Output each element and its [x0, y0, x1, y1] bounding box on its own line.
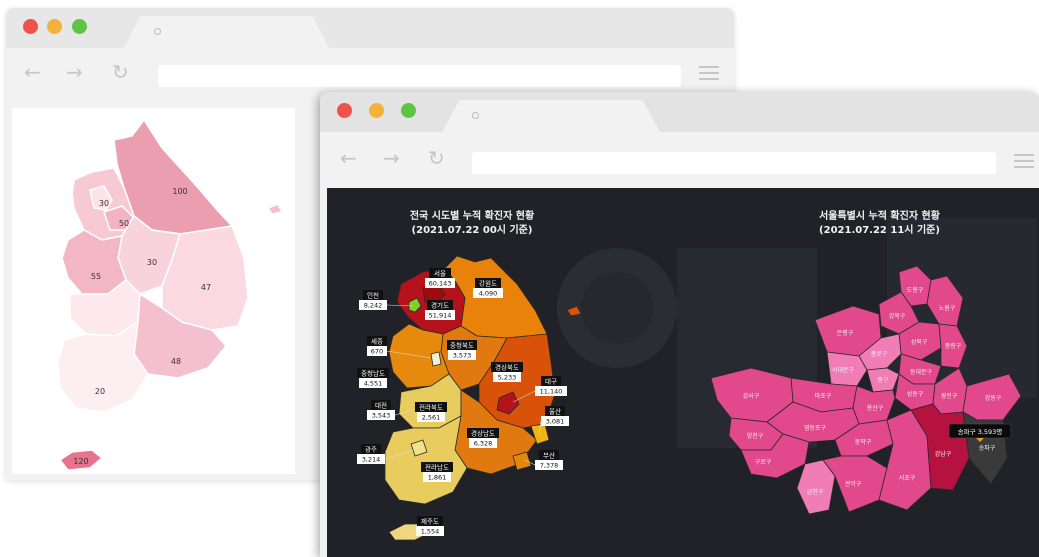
map-value-gyeongbuk: 47: [201, 283, 211, 292]
district-label-gwanak: 관악구: [845, 480, 862, 488]
korea-map-svg: 100 30 50 30 55 47 48 20 120: [57, 118, 284, 471]
district-label-eunpyeong: 은평구: [837, 329, 854, 337]
map-value-chungnam: 55: [91, 272, 101, 281]
tab-favicon-icon: [472, 112, 479, 119]
map-value-jeonnam: 20: [95, 387, 105, 396]
district-label-jongno: 종로구: [871, 351, 888, 358]
nav-bar: ← → ↻: [320, 132, 1039, 184]
title-bar: [320, 92, 1039, 132]
district-label-mapo: 마포구: [815, 392, 832, 400]
district-label-seocho: 서초구: [899, 474, 916, 482]
tab-favicon-icon: [154, 28, 161, 35]
district-label-yeongdeungpo: 영등포구: [804, 424, 827, 432]
district-label-jungnang: 중랑구: [945, 343, 962, 350]
district-label-dongdaemun: 동대문구: [910, 368, 933, 376]
maximize-window-button[interactable]: [401, 103, 416, 118]
map-region-jeonnam: [57, 320, 149, 413]
browser-tab[interactable]: [442, 100, 660, 132]
map-value-gangwon: 100: [172, 187, 187, 196]
district-label-geumcheon: 금천구: [807, 488, 824, 496]
forward-arrow-icon[interactable]: →: [383, 148, 400, 168]
covid-dashboard: 전국 시도별 누적 확진자 현황 (2021.07.22 00시 기준) 서울특…: [327, 188, 1039, 557]
map-value-incheon: 30: [99, 199, 109, 208]
district-label-yongsan: 용산구: [867, 404, 884, 412]
map-value-chungbuk: 30: [147, 258, 157, 267]
district-label-seongbuk: 성북구: [911, 338, 928, 346]
menu-icon[interactable]: [1014, 154, 1034, 168]
district-label-gangdong: 강동구: [985, 394, 1002, 402]
district-label-songpa: 송파구: [979, 444, 996, 452]
district-label-gangnam: 강남구: [935, 450, 952, 458]
minimize-window-button[interactable]: [47, 19, 62, 34]
map-value-gyeongnam: 48: [171, 357, 181, 366]
district-label-nowon: 노원구: [939, 304, 956, 312]
district-label-seodaemun: 서대문구: [832, 366, 855, 374]
menu-icon[interactable]: [699, 66, 719, 80]
district-label-dobong: 도봉구: [907, 286, 924, 294]
songpa-tooltip-text: 송파구 3,593명: [958, 427, 1003, 436]
back-arrow-icon[interactable]: ←: [340, 148, 357, 168]
korea-choropleth-map: 100 30 50 30 55 47 48 20 120: [12, 108, 295, 474]
district-label-seongdong: 성동구: [907, 390, 924, 398]
map-value-jeju: 120: [73, 457, 88, 466]
district-label-gangseo: 강서구: [743, 392, 760, 400]
address-bar[interactable]: [472, 152, 996, 174]
district-label-yangcheon: 양천구: [747, 432, 764, 440]
address-bar[interactable]: [158, 65, 681, 87]
maximize-window-button[interactable]: [72, 19, 87, 34]
back-arrow-icon[interactable]: ←: [24, 62, 41, 82]
reload-icon[interactable]: ↻: [428, 148, 445, 168]
reload-icon[interactable]: ↻: [112, 62, 129, 82]
district-label-jung: 중구: [877, 377, 889, 384]
seoul-choropleth-svg: 도봉구 강북구 노원구 은평구 성북구 중랑구 종로구 동대문구 서대문구 마포…: [710, 265, 1022, 515]
front-browser-window: ← → ↻ 전국 시도별 누적 확진자 현황 (2021.07.22 00시 기…: [320, 92, 1039, 557]
map-value-seoul: 50: [119, 219, 129, 228]
district-label-gangbuk: 강북구: [889, 312, 906, 320]
district-nowon: [926, 275, 964, 327]
close-window-button[interactable]: [337, 103, 352, 118]
district-label-dongjak: 동작구: [855, 439, 872, 446]
district-label-gwangjin: 광진구: [941, 392, 958, 400]
forward-arrow-icon[interactable]: →: [66, 62, 83, 82]
browser-tab[interactable]: [124, 16, 329, 48]
district-label-guro: 구로구: [755, 459, 772, 466]
minimize-window-button[interactable]: [369, 103, 384, 118]
map-region-chungnam: [61, 229, 127, 295]
title-bar: [6, 8, 734, 48]
close-window-button[interactable]: [23, 19, 38, 34]
map-region-ulleung: [266, 203, 284, 215]
